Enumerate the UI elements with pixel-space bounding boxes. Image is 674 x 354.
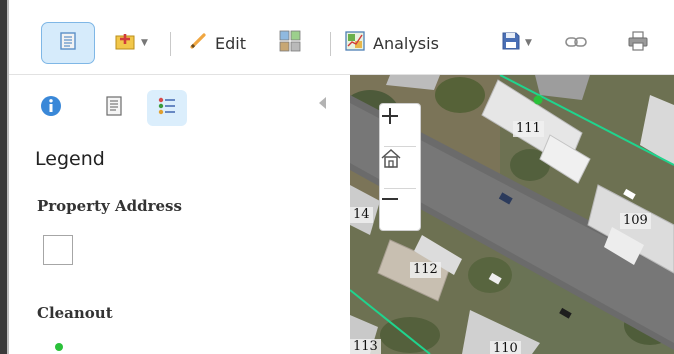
window-edge [0,0,7,354]
tab-content[interactable] [94,90,134,126]
analysis-button[interactable]: Analysis [345,22,439,64]
toolbar: ▼ Edit Analysis ▼ [9,0,674,75]
save-button[interactable]: ▼ [501,22,532,64]
parcel-label: 14 [350,207,373,223]
basemap-gallery-icon [279,30,301,56]
map-view[interactable]: 111 109 112 14 113 110 [350,75,674,354]
parcel-label: 110 [490,341,521,354]
cleanout-point[interactable] [533,95,543,105]
toolbar-divider [170,32,171,56]
zoom-out-button[interactable] [380,189,420,229]
parcel-label: 112 [410,262,441,278]
legend-icon [157,96,177,120]
legend-layer-title: Property Address [37,197,182,215]
cleanout-symbol [55,343,63,351]
analysis-icon [345,31,365,55]
content-icon [105,96,123,120]
details-icon [59,32,77,54]
minus-icon [382,198,398,200]
tab-about[interactable] [31,90,71,126]
add-content-chevron-down-icon: ▼ [141,38,148,48]
link-icon [565,34,587,53]
add-content-icon [115,31,137,55]
collapse-panel-button[interactable] [316,93,330,113]
panel-title: Legend [35,148,105,170]
toolbar-divider [330,32,331,56]
parcel-label: 109 [620,213,651,229]
edit-button[interactable]: Edit [189,22,246,64]
print-button[interactable] [627,22,649,64]
analysis-label: Analysis [373,33,439,53]
property-address-symbol [43,235,73,265]
zoom-controls [379,103,421,231]
save-chevron-down-icon: ▼ [525,38,532,48]
basemap-gallery-button[interactable] [279,22,301,64]
info-icon [40,95,62,121]
legend-panel: Legend Property Address Cleanout [9,75,350,354]
edit-label: Edit [215,33,246,53]
details-button[interactable] [41,22,95,64]
pencil-icon [189,32,207,54]
parcel-label: 113 [350,339,381,354]
zoom-in-button[interactable] [380,106,420,146]
printer-icon [627,30,649,56]
plus-icon [382,108,398,124]
parcel-label: 111 [513,121,544,137]
caret-left-icon [319,97,326,109]
share-link-button[interactable] [565,22,587,64]
add-content-button[interactable]: ▼ [115,22,148,64]
home-button[interactable] [380,147,420,187]
legend-layer-title: Cleanout [37,304,113,322]
tab-legend[interactable] [147,90,187,126]
save-icon [501,31,521,55]
home-icon [381,148,401,168]
